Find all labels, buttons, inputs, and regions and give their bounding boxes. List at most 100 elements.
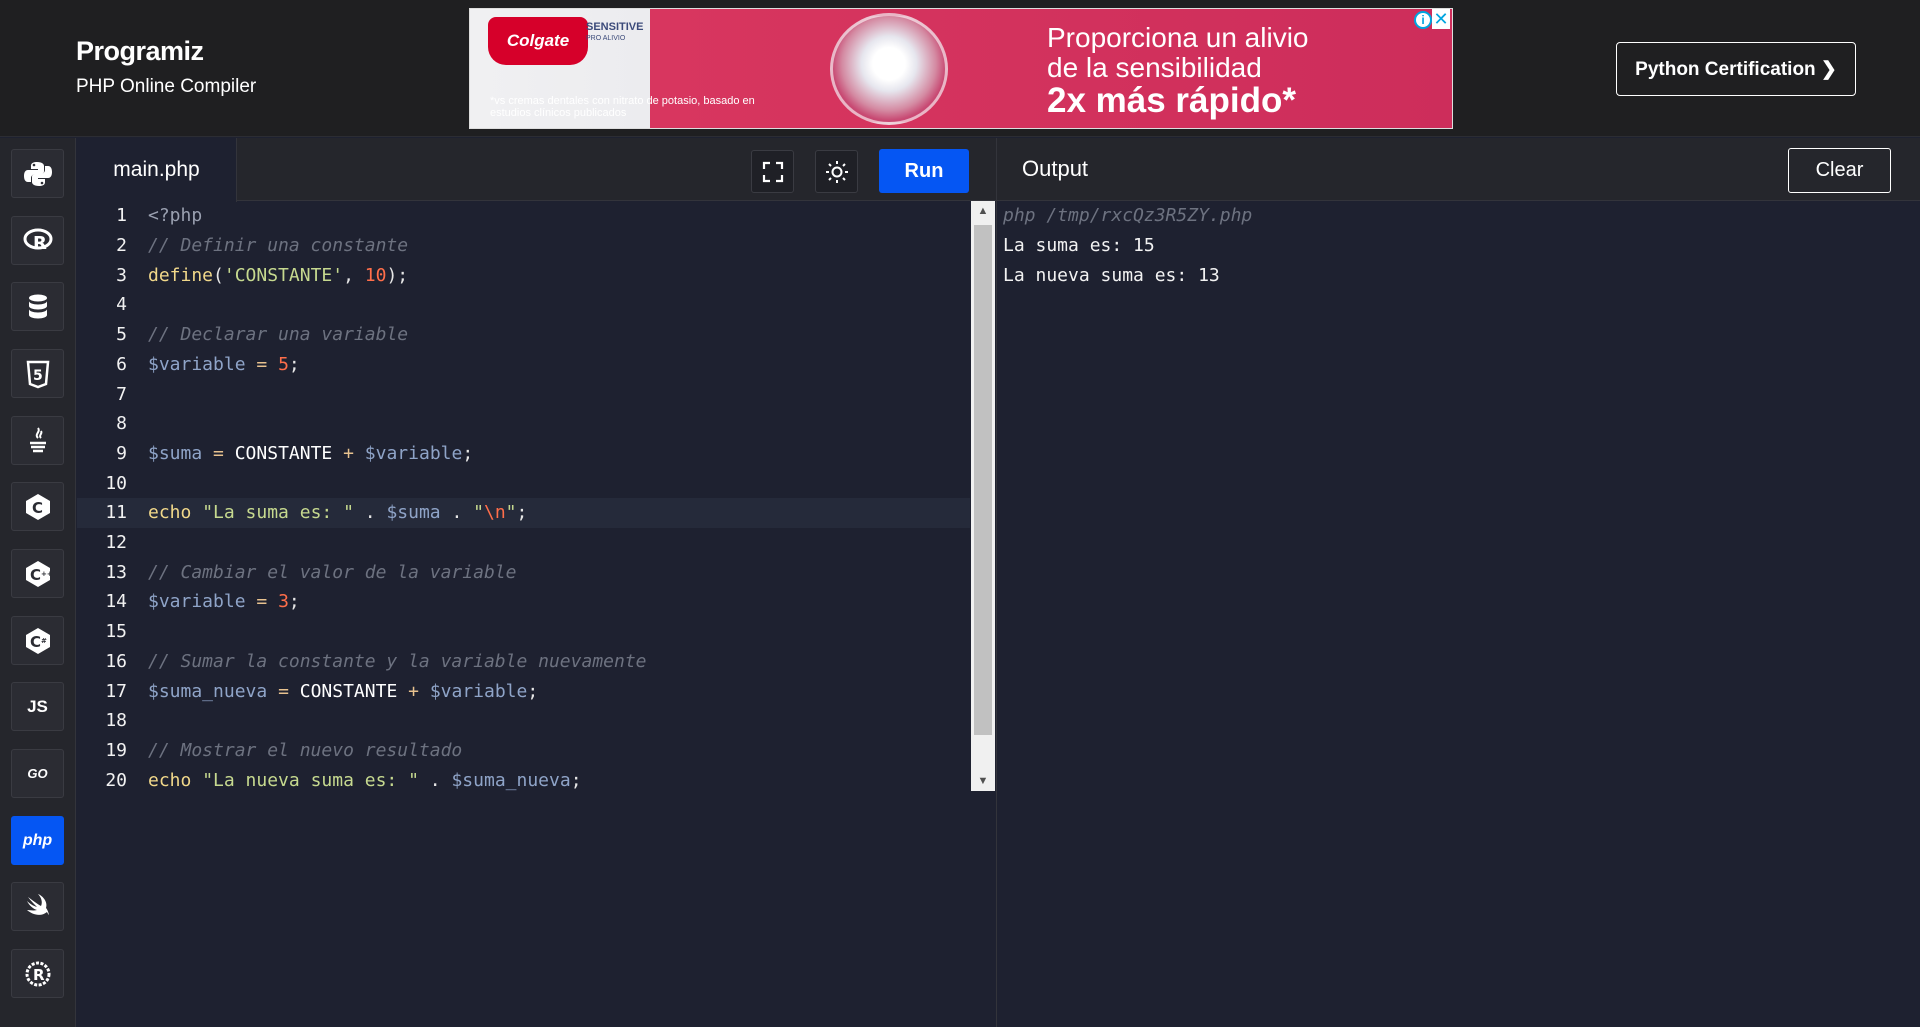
code-text: // Sumar la constante y la variable nuev… — [148, 650, 647, 672]
ad-fine-print: *vs cremas dentales con nitrato de potas… — [490, 95, 755, 119]
js-icon: JS — [27, 696, 48, 716]
run-button[interactable]: Run — [879, 149, 969, 193]
svg-text:C: C — [30, 633, 41, 651]
line-number: 12 — [105, 532, 127, 554]
ad-product-sub: PRO ALIVIO — [586, 35, 626, 42]
output-line: La nueva suma es: 13 — [1003, 264, 1220, 286]
csharp-language-button[interactable]: C # — [11, 616, 64, 665]
line-number: 16 — [105, 650, 127, 672]
scroll-down-icon[interactable]: ▼ — [971, 771, 995, 791]
page-subtitle: PHP Online Compiler — [76, 76, 257, 97]
php-language-button[interactable]: php — [11, 816, 64, 865]
javascript-language-button[interactable]: JS — [11, 682, 64, 731]
swift-language-button[interactable] — [11, 882, 64, 931]
ad-headline-line-1: Proporciona un alivio — [1047, 22, 1309, 53]
line-number: 8 — [116, 413, 127, 435]
cpp-language-button[interactable]: C ++ — [11, 549, 64, 598]
output-panel: Output Clear php /tmp/rxcQz3R5ZY.php La … — [996, 138, 1920, 1027]
top-bar: Programiz PHP Online Compiler Colgate SE… — [0, 0, 1920, 137]
language-sidebar: R 5 C C ++ C # JS GO php R — [0, 138, 76, 1027]
java-icon — [29, 426, 46, 452]
line-number: 15 — [105, 621, 127, 643]
code-text: // Cambiar el valor de la variable — [148, 561, 517, 583]
code-text: $suma = CONSTANTE + $variable; — [148, 442, 474, 464]
svg-text:C: C — [32, 499, 43, 517]
line-number: 10 — [105, 472, 127, 494]
code-text: echo "La suma es: " . $suma . "\n"; — [148, 502, 528, 524]
line-number: 3 — [116, 264, 127, 286]
line-number: 11 — [105, 502, 127, 524]
c-language-button[interactable]: C — [11, 482, 64, 531]
theme-toggle-button[interactable] — [815, 150, 858, 193]
code-line: 3 define('CONSTANTE', 10); — [77, 260, 970, 290]
line-number: 2 — [116, 235, 127, 257]
python-certification-button[interactable]: Python Certification ❯ — [1616, 42, 1856, 96]
r-language-button[interactable]: R — [11, 216, 64, 265]
output-title: Output — [1022, 156, 1089, 181]
code-text: echo "La nueva suma es: " . $suma_nueva; — [148, 769, 582, 791]
code-line: 9 $suma = CONSTANTE + $variable; — [77, 439, 970, 469]
go-language-button[interactable]: GO — [11, 749, 64, 798]
file-tab-main-php[interactable]: main.php — [77, 138, 237, 202]
code-line: 12 — [77, 528, 970, 558]
code-line: 7 — [77, 379, 970, 409]
clear-button[interactable]: Clear — [1788, 148, 1891, 193]
python-language-button[interactable] — [11, 149, 64, 198]
line-number: 4 — [116, 294, 127, 316]
ad-product-name: SENSITIVE — [586, 21, 644, 33]
code-line: 6 $variable = 5; — [77, 350, 970, 380]
ad-info-icon[interactable]: i — [1414, 11, 1432, 29]
database-icon — [28, 294, 47, 318]
java-language-button[interactable] — [11, 416, 64, 465]
programiz-logo[interactable]: Programiz — [76, 34, 256, 68]
code-line: 8 — [77, 409, 970, 439]
fullscreen-icon — [762, 161, 783, 182]
scrollbar-thumb[interactable] — [974, 225, 992, 735]
rust-icon: R — [25, 961, 50, 986]
sql-language-button[interactable] — [11, 282, 64, 331]
code-area[interactable]: 1 <?php 2 // Definir una constante 3 define… — [77, 201, 970, 791]
line-number: 13 — [105, 561, 127, 583]
code-text: // Mostrar el nuevo resultado — [148, 739, 463, 761]
code-text: $variable = 3; — [148, 591, 300, 613]
ad-headline-line-2: de la sensibilidad — [1047, 52, 1262, 83]
brand[interactable]: Programiz PHP Online Compiler — [76, 34, 256, 98]
ad-banner[interactable]: Colgate SENSITIVE PRO ALIVIO *vs cremas d… — [469, 8, 1453, 129]
r-icon: R — [23, 228, 52, 254]
code-text: // Declarar una variable — [148, 324, 409, 346]
rust-language-button[interactable]: R — [11, 949, 64, 998]
svg-text:R: R — [33, 233, 47, 254]
code-line: 4 — [77, 290, 970, 320]
fullscreen-button[interactable] — [751, 150, 794, 193]
code-line: 15 — [77, 617, 970, 647]
code-line: 1 <?php — [77, 201, 970, 231]
line-number: 17 — [105, 680, 127, 702]
code-text: $variable = 5; — [148, 353, 300, 375]
code-editor-panel: main.php Run 1 <?php 2 // Definir una cons… — [77, 138, 996, 1027]
line-number: 14 — [105, 591, 127, 613]
code-text: define('CONSTANTE', 10); — [148, 264, 409, 286]
editor-scrollbar[interactable]: ▲ ▼ — [971, 201, 995, 791]
scroll-up-icon[interactable]: ▲ — [971, 201, 995, 221]
php-icon: php — [22, 831, 53, 849]
line-number: 9 — [116, 442, 127, 464]
code-line: 19 // Mostrar el nuevo resultado — [77, 736, 970, 766]
output-console[interactable]: php /tmp/rxcQz3R5ZY.php La suma es: 15 L… — [1003, 201, 1252, 290]
ad-tooth-image — [830, 13, 948, 125]
code-line-active: 11 echo "La suma es: " . $suma . "\n"; — [77, 498, 970, 528]
sun-icon — [825, 160, 848, 183]
code-line: 14 $variable = 3; — [77, 587, 970, 617]
html-language-button[interactable]: 5 — [11, 349, 64, 398]
code-line: 10 — [77, 468, 970, 498]
line-number: 19 — [105, 739, 127, 761]
python-icon — [23, 161, 52, 186]
swift-icon — [26, 893, 49, 915]
c-icon: C — [25, 493, 50, 520]
line-number: 18 — [105, 710, 127, 732]
code-text: // Definir una constante — [148, 235, 409, 257]
editor-toolbar: main.php Run — [77, 138, 996, 202]
ad-product: SENSITIVE PRO ALIVIO — [586, 21, 656, 45]
ad-headline-line-3: 2x más rápido* — [1047, 81, 1296, 120]
ad-close-icon[interactable]: ✕ — [1432, 9, 1450, 29]
svg-text:++: ++ — [41, 570, 53, 578]
